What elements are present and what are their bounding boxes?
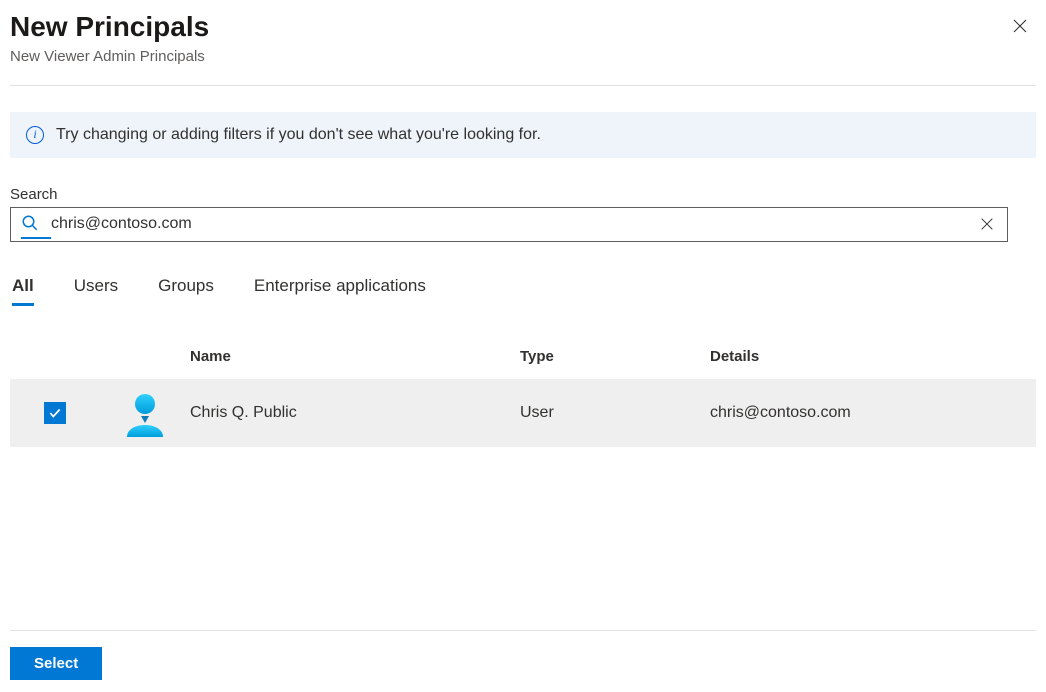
tab-all[interactable]: All (12, 276, 34, 304)
search-input[interactable] (51, 215, 977, 233)
column-header-type[interactable]: Type (520, 348, 710, 365)
header-titles: New Principals New Viewer Admin Principa… (10, 10, 209, 65)
column-header-details[interactable]: Details (710, 348, 1036, 365)
search-box[interactable] (10, 207, 1008, 242)
row-type: User (520, 404, 710, 422)
table-row[interactable]: Chris Q. Public User chris@contoso.com (10, 379, 1036, 447)
search-icon (21, 214, 39, 232)
close-button[interactable] (1004, 10, 1036, 42)
select-button[interactable]: Select (10, 647, 102, 680)
table-header: Name Type Details (10, 338, 1036, 379)
page-subtitle: New Viewer Admin Principals (10, 48, 209, 65)
footer: Select (10, 630, 1036, 680)
info-icon: i (26, 126, 44, 144)
panel-header: New Principals New Viewer Admin Principa… (10, 10, 1036, 86)
search-label: Search (10, 186, 1036, 203)
row-name: Chris Q. Public (190, 404, 520, 422)
tab-enterprise-applications[interactable]: Enterprise applications (254, 276, 426, 304)
tab-groups[interactable]: Groups (158, 276, 214, 304)
checkmark-icon (48, 406, 62, 420)
clear-search-button[interactable] (977, 214, 997, 234)
results-table: Name Type Details (10, 338, 1036, 447)
close-icon (1011, 17, 1029, 35)
row-details: chris@contoso.com (710, 404, 1036, 422)
row-checkbox[interactable] (44, 402, 66, 424)
info-banner-text: Try changing or adding filters if you do… (56, 126, 541, 144)
row-avatar-cell (100, 389, 190, 437)
search-icon-wrapper (21, 214, 51, 235)
info-banner: i Try changing or adding filters if you … (10, 112, 1036, 158)
user-avatar-icon (121, 389, 169, 437)
row-checkbox-cell (10, 402, 100, 424)
tab-users[interactable]: Users (74, 276, 118, 304)
page-title: New Principals (10, 10, 209, 44)
clear-icon (979, 216, 995, 232)
column-header-name[interactable]: Name (190, 348, 520, 365)
filter-tabs: All Users Groups Enterprise applications (10, 276, 1036, 304)
